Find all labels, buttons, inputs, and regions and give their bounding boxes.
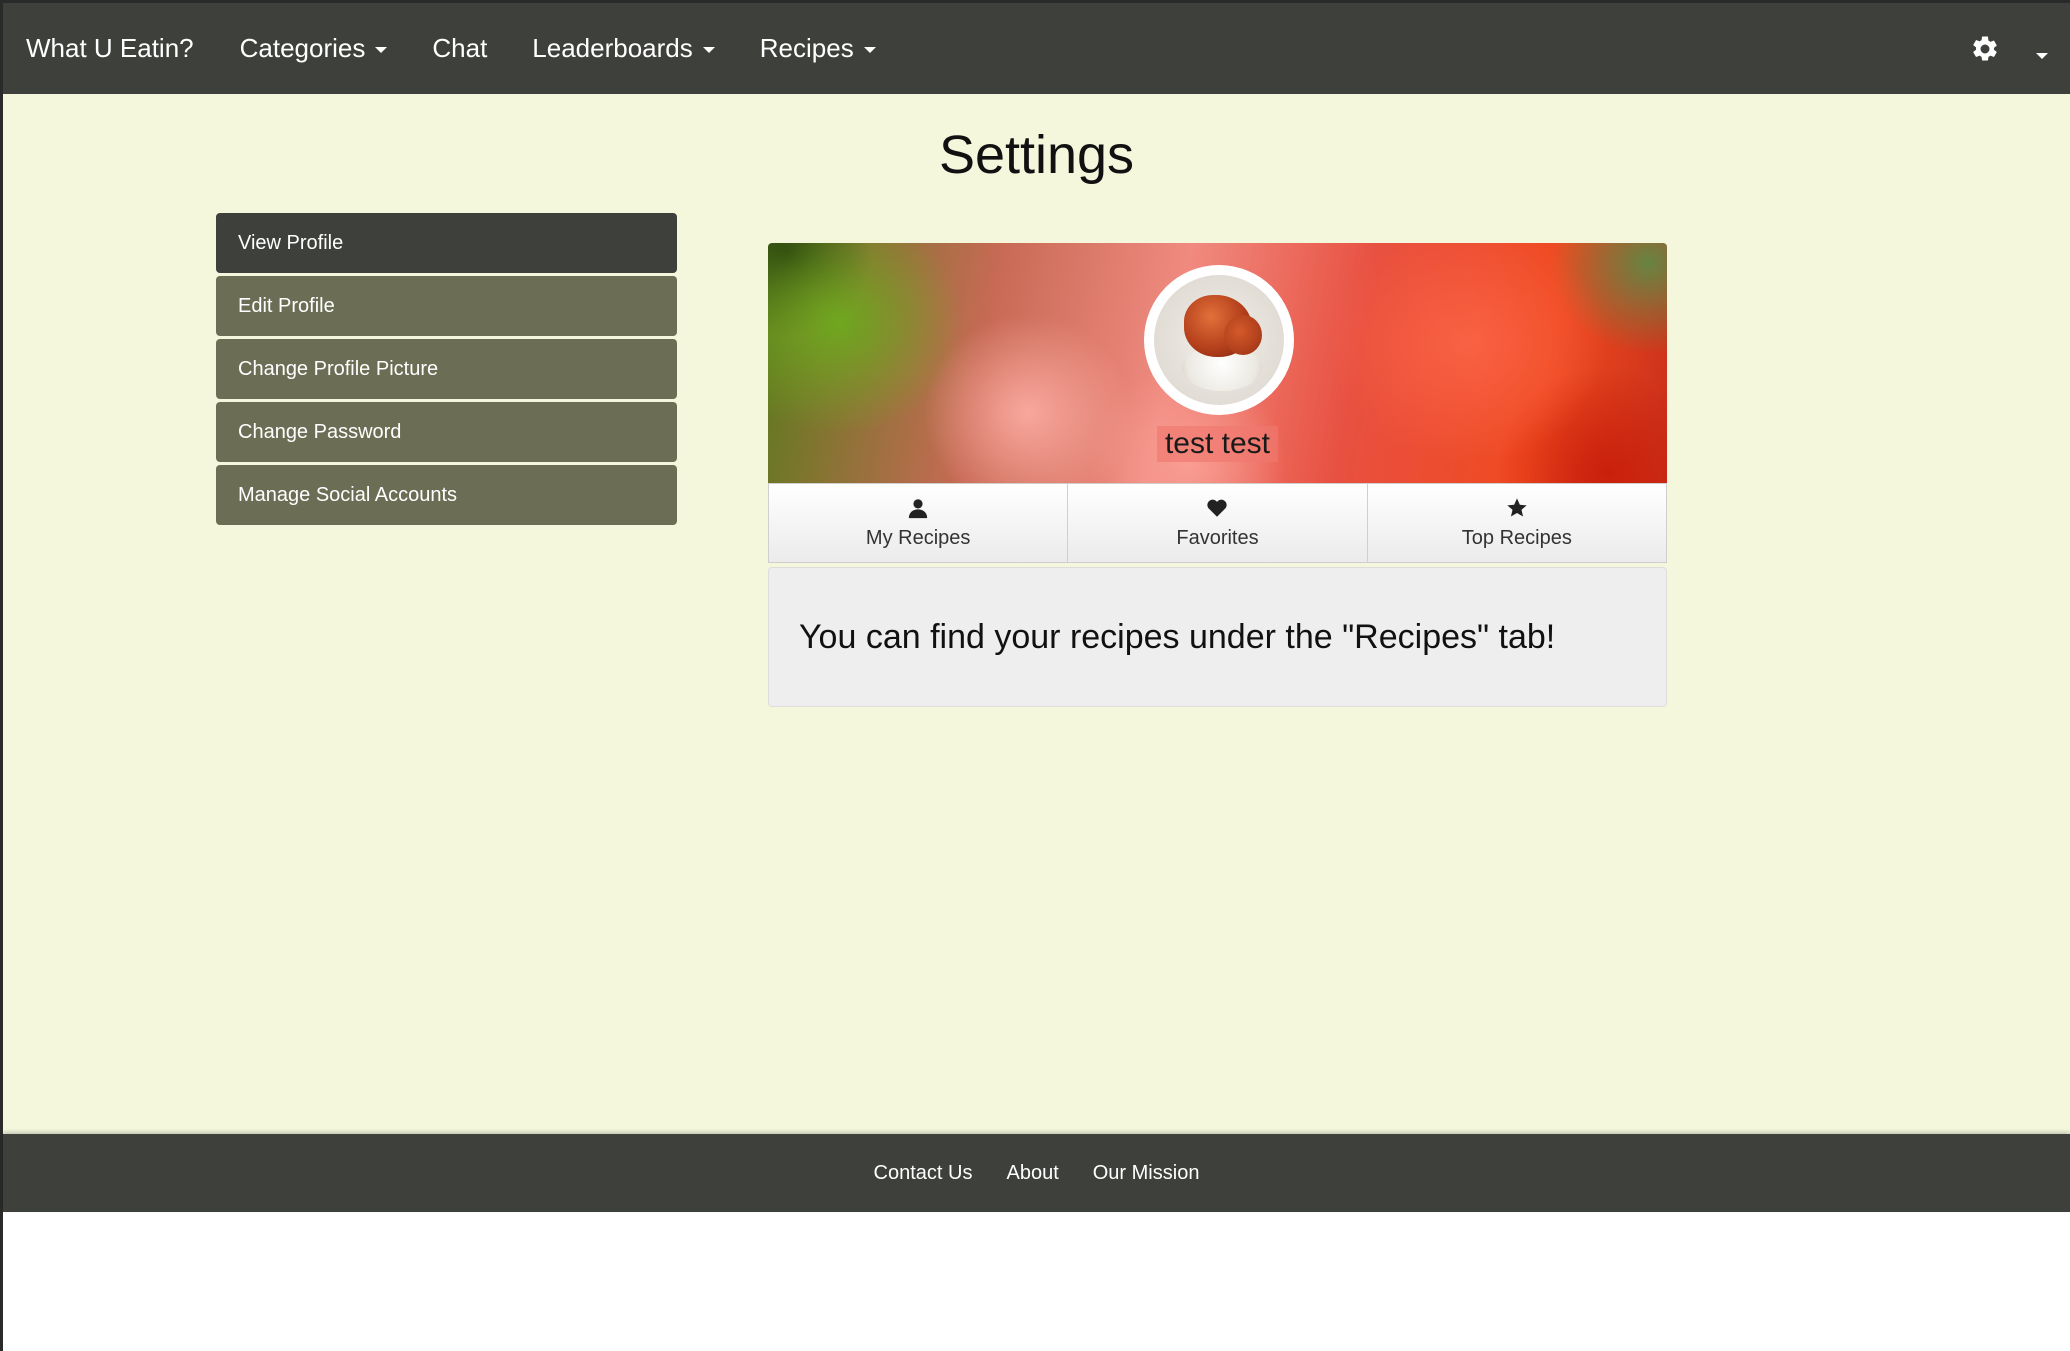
chicken-shape	[1224, 315, 1262, 355]
tab-label: Top Recipes	[1461, 526, 1572, 549]
nav-categories-label: Categories	[239, 33, 366, 63]
recipes-message: You can find your recipes under the "Rec…	[799, 617, 1556, 656]
nav-chat-label: Chat	[432, 33, 488, 63]
nav-recipes[interactable]: Recipes	[760, 33, 876, 64]
main-content: Settings View Profile Edit Profile Chang…	[3, 94, 2070, 1134]
nav-leaderboards-label: Leaderboards	[532, 33, 693, 63]
tab-label: Favorites	[1176, 526, 1259, 549]
tab-favorites[interactable]: Favorites	[1067, 483, 1367, 563]
avatar	[1144, 265, 1294, 415]
sidebar-item-change-profile-picture[interactable]: Change Profile Picture	[216, 339, 677, 399]
caret-down-icon	[863, 47, 876, 53]
tab-my-recipes[interactable]: My Recipes	[768, 483, 1068, 563]
settings-sidebar: View Profile Edit Profile Change Profile…	[216, 213, 677, 528]
tab-top-recipes[interactable]: Top Recipes	[1366, 483, 1667, 563]
settings-menu[interactable]	[1970, 3, 2048, 94]
sidebar-item-manage-social-accounts[interactable]: Manage Social Accounts	[216, 465, 677, 525]
star-icon	[1507, 497, 1527, 517]
brand-link[interactable]: What U Eatin?	[26, 33, 194, 64]
footer-link-contact-us[interactable]: Contact Us	[874, 1162, 973, 1185]
page-title: Settings	[938, 125, 1135, 185]
page: What U Eatin? Categories Chat Leaderboar…	[0, 0, 2070, 1351]
profile-banner: test test	[768, 243, 1667, 483]
caret-down-icon	[702, 47, 715, 53]
footer: Contact Us About Our Mission	[3, 1134, 2070, 1212]
sidebar-item-view-profile[interactable]: View Profile	[216, 213, 677, 273]
footer-link-our-mission[interactable]: Our Mission	[1093, 1162, 1200, 1185]
footer-link-about[interactable]: About	[1006, 1162, 1058, 1185]
user-icon	[908, 498, 928, 518]
nav-recipes-label: Recipes	[759, 33, 854, 63]
gear-icon[interactable]	[1970, 34, 2000, 64]
profile-tabs: My Recipes Favorites Top Recipes	[768, 483, 1667, 563]
nav-chat[interactable]: Chat	[432, 33, 487, 64]
top-navbar: What U Eatin? Categories Chat Leaderboar…	[3, 3, 2070, 94]
heart-icon	[1207, 499, 1228, 517]
caret-down-icon	[375, 47, 388, 53]
sidebar-item-edit-profile[interactable]: Edit Profile	[216, 276, 677, 336]
profile-username-wrap: test test	[768, 426, 1667, 462]
profile-card: test test My Recipes Favorites Top Recip…	[768, 243, 1667, 707]
nav-leaderboards[interactable]: Leaderboards	[532, 33, 715, 64]
nav-categories[interactable]: Categories	[240, 33, 388, 64]
recipes-message-panel: You can find your recipes under the "Rec…	[768, 567, 1667, 707]
caret-down-icon[interactable]	[2036, 52, 2048, 59]
sidebar-item-change-password[interactable]: Change Password	[216, 402, 677, 462]
avatar-image	[1154, 275, 1284, 405]
profile-username: test test	[1156, 426, 1279, 462]
tab-label: My Recipes	[865, 526, 971, 549]
